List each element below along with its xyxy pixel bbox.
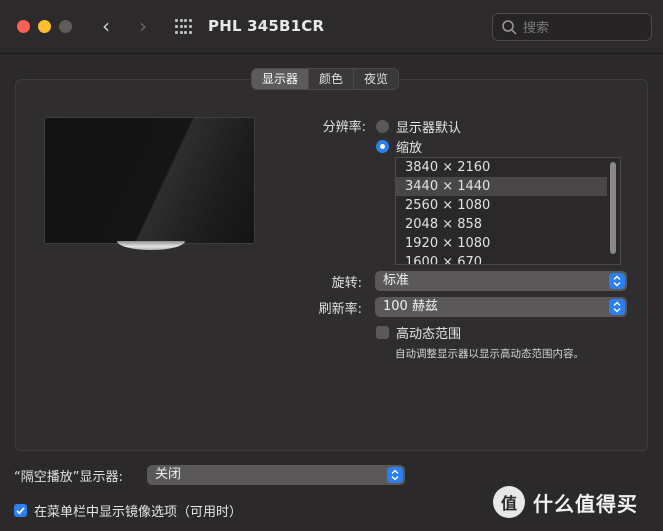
watermark-text: 什么值得买 <box>533 491 638 516</box>
tab-display[interactable]: 显示器 <box>252 69 310 89</box>
rotation-label: 旋转: <box>331 276 362 291</box>
airplay-display-value: 关闭 <box>155 467 182 482</box>
radio-scaled[interactable]: 缩放 <box>376 137 422 156</box>
search-icon <box>502 20 517 35</box>
checkmark-icon <box>16 507 25 515</box>
resolution-list[interactable]: 3840 × 2160 3440 × 1440 2560 × 1080 2048… <box>395 157 621 265</box>
smzdm-logo-icon: 值 <box>493 486 525 518</box>
menubar-mirroring-checkbox[interactable] <box>14 504 27 517</box>
hdr-checkbox-row[interactable]: 高动态范围 <box>376 323 461 342</box>
list-item[interactable]: 1920 × 1080 <box>396 234 607 253</box>
airplay-display-select[interactable]: 关闭 <box>147 465 405 485</box>
minimize-window-button[interactable] <box>38 20 51 33</box>
list-item[interactable]: 3840 × 2160 <box>396 158 607 177</box>
resolution-label: 分辨率: <box>322 120 366 135</box>
radio-default-label: 显示器默认 <box>396 121 462 136</box>
refresh-rate-label: 刷新率: <box>318 302 362 317</box>
radio-button-selected[interactable] <box>376 140 389 153</box>
search-field[interactable] <box>492 13 652 41</box>
radio-default-for-display[interactable]: 显示器默认 <box>376 117 461 136</box>
updown-chevron-icon <box>387 467 403 483</box>
hdr-hint: 自动调整显示器以显示高动态范围内容。 <box>395 348 584 360</box>
updown-chevron-icon <box>609 273 625 289</box>
hdr-checkbox[interactable] <box>376 326 389 339</box>
tab-color[interactable]: 颜色 <box>309 69 355 89</box>
zoom-window-button[interactable] <box>59 20 72 33</box>
menubar-mirroring-checkbox-row[interactable]: 在菜单栏中显示镜像选项（可用时） <box>14 501 242 520</box>
forward-chevron-icon[interactable]: › <box>133 14 153 38</box>
airplay-display-label: “隔空播放”显示器: <box>14 470 123 485</box>
rotation-select[interactable]: 标准 <box>375 271 627 291</box>
rotation-value: 标准 <box>383 273 410 288</box>
tab-night-shift[interactable]: 夜览 <box>354 69 398 89</box>
close-window-button[interactable] <box>17 20 30 33</box>
search-input[interactable] <box>523 18 643 38</box>
back-chevron-icon[interactable]: ‹ <box>96 14 116 38</box>
radio-button[interactable] <box>376 120 389 133</box>
display-preview-image <box>44 117 255 244</box>
refresh-rate-select[interactable]: 100 赫兹 <box>375 297 627 317</box>
window-title: PHL 345B1CR <box>208 17 325 35</box>
updown-chevron-icon <box>609 299 625 315</box>
list-scrollbar[interactable] <box>610 162 616 254</box>
list-item-selected[interactable]: 3440 × 1440 <box>396 177 607 196</box>
show-all-grid-icon[interactable] <box>175 19 192 35</box>
list-item[interactable]: 2048 × 858 <box>396 215 607 234</box>
smzdm-logo-glyph: 值 <box>500 494 517 513</box>
titlebar: ‹ › PHL 345B1CR <box>0 0 663 54</box>
radio-scaled-label: 缩放 <box>396 141 423 156</box>
smzdm-watermark: 值 什么值得买 <box>493 486 638 518</box>
tab-bar: 显示器 颜色 夜览 <box>251 68 400 90</box>
list-item[interactable]: 1600 × 670 <box>396 253 607 264</box>
hdr-label: 高动态范围 <box>396 327 462 342</box>
list-item[interactable]: 2560 × 1080 <box>396 196 607 215</box>
menubar-mirroring-label: 在菜单栏中显示镜像选项（可用时） <box>34 505 243 520</box>
refresh-rate-value: 100 赫兹 <box>383 299 438 314</box>
